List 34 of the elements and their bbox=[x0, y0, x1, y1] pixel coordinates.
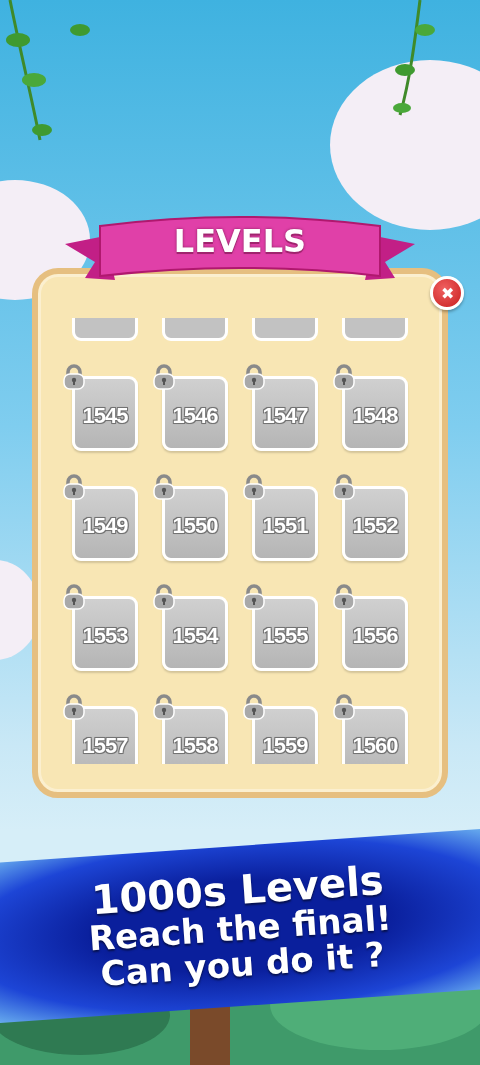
level-tile[interactable]: 1548 bbox=[342, 376, 408, 451]
padlock-icon bbox=[62, 584, 86, 610]
padlock-icon bbox=[332, 694, 356, 720]
level-tile[interactable]: 1550 bbox=[162, 486, 228, 561]
padlock-icon bbox=[62, 474, 86, 500]
padlock-icon bbox=[242, 474, 266, 500]
level-tile[interactable]: 1553 bbox=[72, 596, 138, 671]
level-tile[interactable]: 1555 bbox=[252, 596, 318, 671]
padlock-icon bbox=[152, 364, 176, 390]
padlock-icon bbox=[242, 694, 266, 720]
level-tile[interactable]: 1552 bbox=[342, 486, 408, 561]
padlock-icon bbox=[152, 474, 176, 500]
padlock-icon bbox=[332, 364, 356, 390]
padlock-icon bbox=[242, 364, 266, 390]
padlock-icon bbox=[62, 364, 86, 390]
level-tile[interactable]: 1554 bbox=[162, 596, 228, 671]
padlock-icon bbox=[62, 694, 86, 720]
padlock-icon bbox=[332, 474, 356, 500]
dialog-title: LEVELS bbox=[172, 222, 308, 260]
padlock-icon bbox=[152, 694, 176, 720]
level-tile[interactable]: 1557 bbox=[72, 706, 138, 764]
level-tile[interactable]: 1545 bbox=[72, 376, 138, 451]
padlock-icon bbox=[332, 584, 356, 610]
level-tile[interactable]: 1547 bbox=[252, 376, 318, 451]
close-button[interactable]: ✖ bbox=[430, 276, 464, 310]
level-tile[interactable]: 1551 bbox=[252, 486, 318, 561]
level-tile[interactable]: 1560 bbox=[342, 706, 408, 764]
level-tile[interactable]: 1546 bbox=[162, 376, 228, 451]
level-tile[interactable]: 1558 bbox=[162, 706, 228, 764]
level-tile[interactable]: 1549 bbox=[72, 486, 138, 561]
padlock-icon bbox=[152, 584, 176, 610]
level-tile[interactable]: 1559 bbox=[252, 706, 318, 764]
level-tile[interactable]: 1556 bbox=[342, 596, 408, 671]
padlock-icon bbox=[242, 584, 266, 610]
